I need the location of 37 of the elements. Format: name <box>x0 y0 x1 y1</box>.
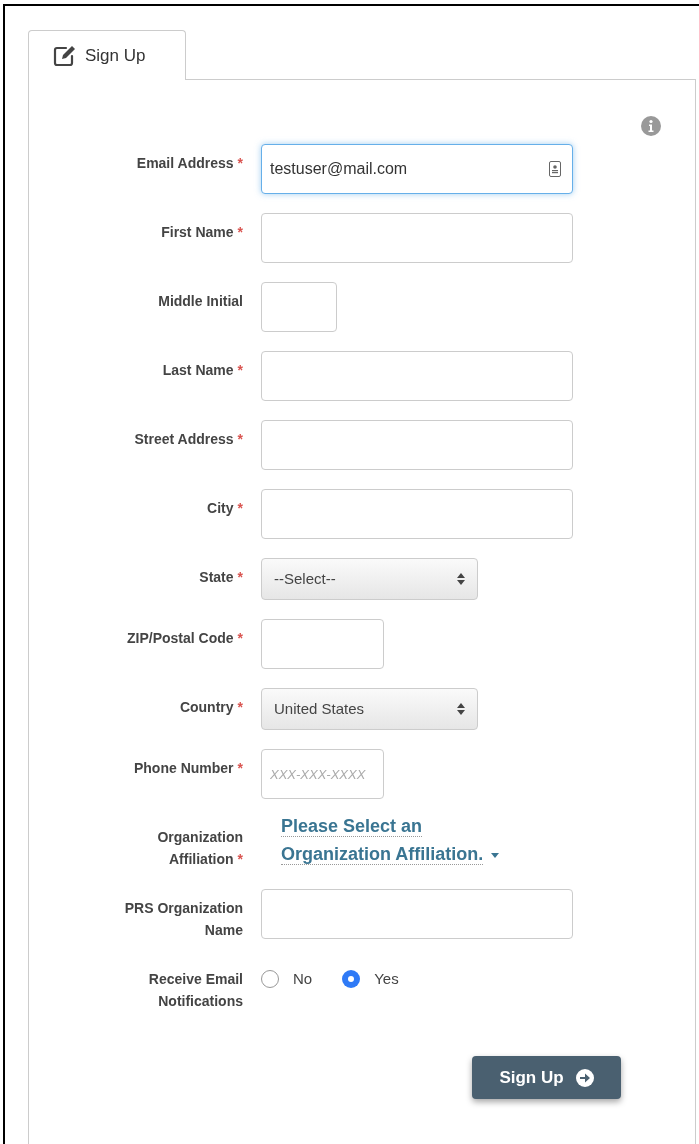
input-field[interactable] <box>261 351 573 401</box>
field-label: Phone Number * <box>133 759 243 778</box>
radio-button[interactable] <box>342 970 361 988</box>
input-field[interactable] <box>261 619 384 669</box>
input-field[interactable] <box>261 213 573 263</box>
field-label: PRS Organization Name <box>123 899 243 940</box>
field-label: Street Address * <box>134 430 243 449</box>
field-label: Middle Initial <box>158 292 243 311</box>
contact-card-icon[interactable] <box>549 161 561 177</box>
sign-up-button[interactable]: Sign Up <box>472 1056 621 1099</box>
field-label: First Name * <box>161 223 243 242</box>
field-label: Email Address * <box>136 154 243 173</box>
select-dropdown[interactable]: --Select-- <box>261 558 478 600</box>
edit-icon <box>53 44 77 67</box>
input-field[interactable] <box>261 489 573 539</box>
input-field[interactable] <box>261 889 573 939</box>
radio-label: Yes <box>374 968 399 989</box>
input-field[interactable] <box>261 420 573 470</box>
input-field[interactable]: XXX-XXX-XXXX <box>261 749 384 799</box>
field-label: City * <box>207 499 243 518</box>
field-label: ZIP/Postal Code * <box>126 629 243 648</box>
radio-label: No <box>293 968 313 989</box>
field-label: Country * <box>179 698 243 717</box>
field-label: Organization Affiliation * <box>156 828 243 869</box>
caret-icon <box>491 852 500 858</box>
up-down-arrows-icon <box>457 703 465 715</box>
tab[interactable]: Sign Up <box>28 30 186 80</box>
field-label: Receive Email Notifications <box>147 970 243 1011</box>
up-down-arrows-icon <box>457 573 465 585</box>
input-field[interactable]: testuser@mail.com <box>261 144 573 194</box>
input-field[interactable] <box>261 282 337 332</box>
info-icon[interactable] <box>641 116 661 136</box>
radio-button[interactable] <box>261 970 279 988</box>
select-dropdown[interactable]: United States <box>261 688 478 730</box>
dropdown-link[interactable]: Please Select an Organization Affiliation. <box>281 812 513 868</box>
field-label: State * <box>199 568 243 587</box>
field-label: Last Name * <box>162 361 243 380</box>
